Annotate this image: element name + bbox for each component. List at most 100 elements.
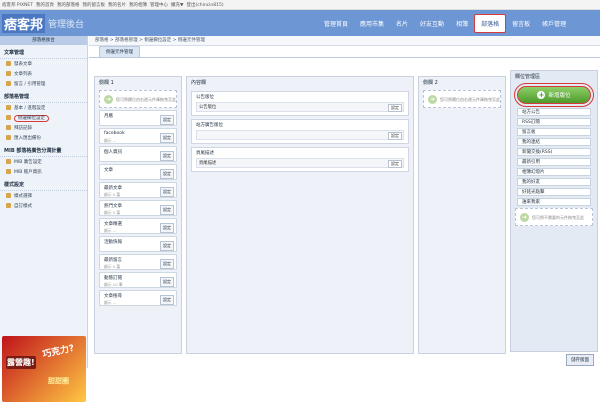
widget-box[interactable]: 文章搜尋 顯示 ... 設定 xyxy=(99,290,177,306)
widget-box[interactable]: 動態訂閱 顯示 10 筆 設定 xyxy=(99,272,177,288)
widget-name: facebook xyxy=(104,131,125,136)
sidebar-item[interactable]: MIB 廣告設定 xyxy=(0,157,87,167)
top-link[interactable]: 痞客邦 PIXNET xyxy=(2,2,33,8)
content-block-row[interactable]: 設定 xyxy=(196,130,404,140)
top-link[interactable]: 我的名片 xyxy=(108,2,126,8)
widget-settings-button[interactable]: 設定 xyxy=(160,187,174,197)
widget-settings-button[interactable]: 設定 xyxy=(160,115,174,125)
widget-name: 月曆 xyxy=(104,114,113,119)
add-widget-button[interactable]: + 新增版位 xyxy=(514,83,594,107)
save-layout-button[interactable]: 儲存版面 xyxy=(566,354,594,366)
top-link[interactable]: 管理中心 xyxy=(150,2,168,8)
pool-item[interactable]: 我的連結 xyxy=(517,138,591,146)
sidebar-section-title[interactable]: 文章管理 xyxy=(0,47,87,59)
header-subtitle: 管理後台 xyxy=(48,19,85,30)
pool-item[interactable]: 最新引用 xyxy=(517,158,591,166)
sidebar-item-label: 拜訪記錄 xyxy=(14,126,32,131)
widget-settings-button[interactable]: 設定 xyxy=(160,133,174,143)
widget-name: 文章精選 xyxy=(104,222,122,227)
sidebar-item-label: 匯入匯出備份 xyxy=(14,136,41,141)
nav-item[interactable]: 應用市集 xyxy=(354,19,390,28)
widget-settings-button[interactable]: 設定 xyxy=(160,277,174,287)
nav-item[interactable]: 留言板 xyxy=(506,19,536,28)
sidebar-item[interactable]: 拜訪記錄 xyxy=(0,123,87,133)
breadcrumb: 部落格 > 部落格管理 > 側邊欄位設定 > 側邊元件管理 xyxy=(89,36,600,46)
widget-settings-button[interactable]: 設定 xyxy=(160,259,174,269)
sidebar-item[interactable]: 匯入匯出備份 xyxy=(0,133,87,143)
sidebar-item[interactable]: 樣式選擇 xyxy=(0,191,87,201)
sidebar-item[interactable]: 發表文章 xyxy=(0,59,87,69)
widget-settings-button[interactable]: 設定 xyxy=(160,295,174,305)
sidebar-section-title[interactable]: MIB 部落格廣告分潤計畫 xyxy=(0,145,87,157)
widget-box[interactable]: 個人資訊 設定 xyxy=(99,146,177,162)
widget-box[interactable]: 文章 設定 xyxy=(99,164,177,180)
nav-item[interactable]: 部落格 xyxy=(474,13,507,33)
widget-name: 熱門文章 xyxy=(104,204,122,209)
pool-item[interactable]: 好銘光點擊 xyxy=(517,188,591,196)
widget-box[interactable]: 月曆 設定 xyxy=(99,110,177,126)
sidebar-item[interactable]: 文章列表 xyxy=(0,69,87,79)
content-settings-button[interactable]: 設定 xyxy=(388,160,402,168)
widget-sub: 顯示 5 篇 xyxy=(104,264,121,269)
nav-item[interactable]: 帳戶管理 xyxy=(536,19,572,28)
pool-item[interactable]: 留言板 xyxy=(517,128,591,136)
sidebar-item[interactable]: 自訂樣式 xyxy=(0,201,87,211)
content-settings-button[interactable]: 設定 xyxy=(388,104,402,112)
menu-item-icon xyxy=(6,81,11,86)
nav-item[interactable]: 相簿 xyxy=(450,19,474,28)
sidebar-item[interactable]: 基本 / 進階設定 xyxy=(0,103,87,113)
widget-box[interactable]: facebook 顯示 ... 設定 xyxy=(99,128,177,144)
top-link-bar: 痞客邦 PIXNET 我的首頁 我的部落格 我的留言板 我的名片 我的相簿 管理中心 擴充▼ 登… xyxy=(0,0,600,10)
tab-widget-manage[interactable]: 側邊元件管理 xyxy=(99,46,140,57)
pool-item[interactable]: 相簿幻燈片 xyxy=(517,168,591,176)
content-block-row[interactable]: 頁尾描述 設定 xyxy=(196,158,404,168)
widget-box[interactable]: 熱門文章 顯示 5 篇 設定 xyxy=(99,200,177,216)
widget-sub: 顯示 5 篇 xyxy=(104,210,121,215)
top-link[interactable]: 我的首頁 xyxy=(36,2,54,8)
widget-box[interactable]: 文章精選 顯示 ... 設定 xyxy=(99,218,177,234)
widget-name: 活動快報 xyxy=(104,240,122,245)
pool-item[interactable]: 我的好友 xyxy=(517,178,591,186)
menu-item-icon xyxy=(6,169,11,174)
widget-settings-button[interactable]: 設定 xyxy=(160,151,174,161)
logo[interactable]: 痞客邦 管理後台 xyxy=(0,13,85,33)
sidebar-section-title[interactable]: 部落格管理 xyxy=(0,91,87,103)
top-link[interactable]: 登出(chincin815) xyxy=(186,2,223,8)
promo-banner[interactable]: 巧克力? 露營趣! 甜甜圈 xyxy=(2,336,86,402)
pool-item[interactable]: 新聞交換(RSS) xyxy=(517,148,591,156)
menu-item-icon xyxy=(6,61,11,66)
pool-item[interactable]: 站方公告 xyxy=(517,108,591,116)
widget-box[interactable]: 最新文章 顯示 5 篇 設定 xyxy=(99,182,177,198)
nav-item[interactable]: 名片 xyxy=(390,19,414,28)
sidebar-item[interactable]: 留言 / 引用管理 xyxy=(0,79,87,89)
content-block-row[interactable]: 公告版位 設定 xyxy=(196,102,404,112)
top-link[interactable]: 擴充▼ xyxy=(171,2,183,8)
sidebar-item[interactable]: MIB 帳戶資訊 xyxy=(0,167,87,177)
widget-settings-button[interactable]: 設定 xyxy=(160,223,174,233)
top-link[interactable]: 我的部落格 xyxy=(57,2,80,8)
content-block: 頁尾描述 頁尾描述 設定 xyxy=(191,147,409,172)
widget-settings-button[interactable]: 設定 xyxy=(160,205,174,215)
widget-name: 最新留言 xyxy=(104,258,122,263)
widget-sub: 顯示 ... xyxy=(104,228,117,233)
top-link[interactable]: 我的留言板 xyxy=(83,2,106,8)
nav-item[interactable]: 好友互動 xyxy=(414,19,450,28)
widget-sub: 顯示 ... xyxy=(104,300,117,305)
sidebar-item[interactable]: 側邊欄位設定 xyxy=(0,113,87,123)
content-settings-button[interactable]: 設定 xyxy=(388,132,402,140)
widget-box[interactable]: 最新留言 顯示 5 篇 設定 xyxy=(99,254,177,270)
sidebar-item-label: 文章列表 xyxy=(14,72,32,77)
nav-item[interactable]: 管理首頁 xyxy=(318,19,354,28)
sidebar-item-label: 自訂樣式 xyxy=(14,204,32,209)
pool-item[interactable]: 誰來我家 xyxy=(517,198,591,206)
widget-name: 個人資訊 xyxy=(104,150,122,155)
widget-settings-button[interactable]: 設定 xyxy=(160,169,174,179)
top-link[interactable]: 我的相簿 xyxy=(129,2,147,8)
sidebar-section-title[interactable]: 樣式設定 xyxy=(0,179,87,191)
widget-box[interactable]: 活動快報 設定 xyxy=(99,236,177,252)
promo-text-1: 巧克力? xyxy=(41,343,76,361)
pool-title: 欄位管理區 xyxy=(515,74,541,80)
widget-settings-button[interactable]: 設定 xyxy=(160,241,174,251)
pool-item[interactable]: RSS訂閱 xyxy=(517,118,591,126)
add-widget-label: 新增版位 xyxy=(548,93,571,99)
